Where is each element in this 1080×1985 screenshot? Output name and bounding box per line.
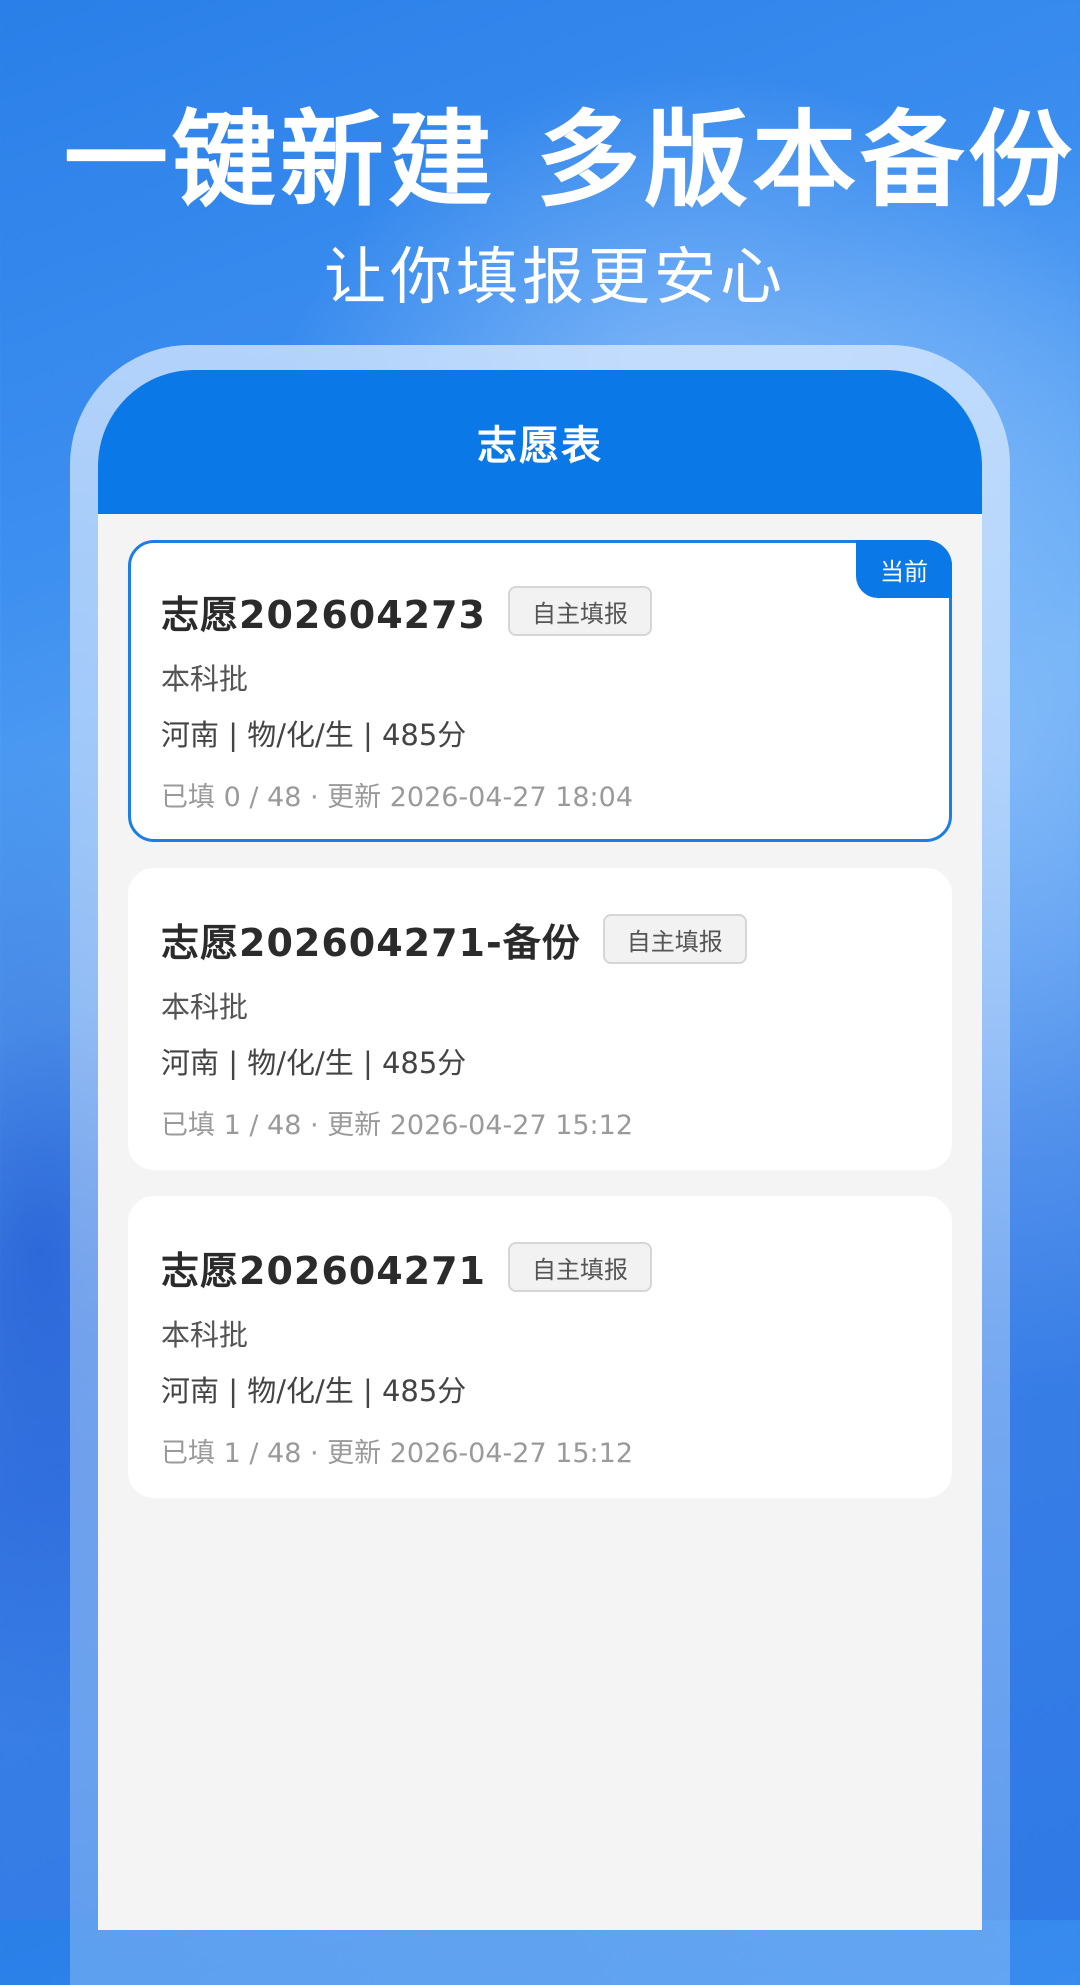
fill-type-tag: 自主填报 <box>602 914 747 964</box>
card-info: 河南 | 物/化/生 | 485分 <box>161 718 467 752</box>
card-info: 河南 | 物/化/生 | 485分 <box>161 1374 467 1408</box>
card-title: 志愿202604273 <box>161 592 486 637</box>
phone-screen: 志愿表 当前 志愿202604273 自主填报 本科批 河南 | 物/化/生 |… <box>98 370 982 1930</box>
card-title: 志愿202604271 <box>161 1248 486 1293</box>
card-meta: 已填 0 / 48 · 更新 2026-04-27 18:04 <box>161 782 634 813</box>
app-header: 志愿表 <box>98 370 982 514</box>
card-batch: 本科批 <box>161 662 249 696</box>
card-title: 志愿202604271-备份 <box>161 920 581 965</box>
fill-type-tag: 自主填报 <box>507 586 652 636</box>
current-badge: 当前 <box>856 540 952 598</box>
hero-title: 一键新建 多版本备份 <box>63 99 1077 221</box>
card-info: 河南 | 物/化/生 | 485分 <box>161 1046 467 1080</box>
hero-subtitle: 让你填报更安心 <box>323 240 786 313</box>
card-title-row: 志愿202604271 自主填报 <box>161 1239 949 1295</box>
card-batch: 本科批 <box>161 990 249 1024</box>
volunteer-card[interactable]: 当前 志愿202604273 自主填报 本科批 河南 | 物/化/生 | 485… <box>128 540 952 842</box>
fill-type-tag: 自主填报 <box>507 1242 652 1292</box>
card-meta: 已填 1 / 48 · 更新 2026-04-27 15:12 <box>161 1438 634 1469</box>
volunteer-list: 当前 志愿202604273 自主填报 本科批 河南 | 物/化/生 | 485… <box>98 514 982 1498</box>
page-title: 志愿表 <box>477 423 603 469</box>
volunteer-card[interactable]: 志愿202604271 自主填报 本科批 河南 | 物/化/生 | 485分 已… <box>128 1196 952 1498</box>
card-title-row: 志愿202604271-备份 自主填报 <box>161 911 949 967</box>
card-title-row: 志愿202604273 自主填报 <box>161 583 949 639</box>
volunteer-card[interactable]: 志愿202604271-备份 自主填报 本科批 河南 | 物/化/生 | 485… <box>128 868 952 1170</box>
card-batch: 本科批 <box>161 1318 249 1352</box>
card-meta: 已填 1 / 48 · 更新 2026-04-27 15:12 <box>161 1110 634 1141</box>
